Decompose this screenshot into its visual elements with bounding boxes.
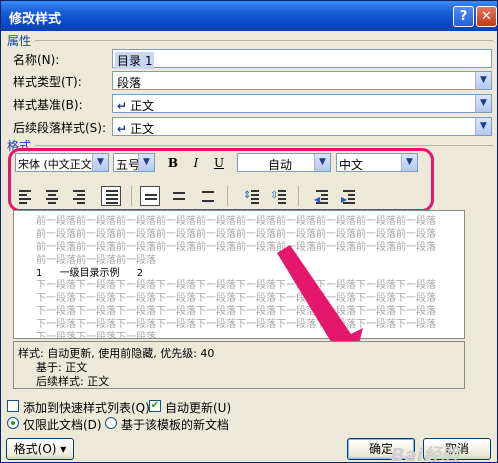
title-bar: 修改样式 ? ✕ bbox=[1, 1, 497, 31]
watermark-logo: Bai经验 bbox=[391, 445, 460, 463]
template-radio[interactable] bbox=[105, 417, 117, 429]
this-document-label[interactable]: 仅限此文档(D) bbox=[23, 416, 102, 433]
add-quick-style-checkbox[interactable] bbox=[7, 400, 19, 412]
description-line-3: 后续样式: 正文 bbox=[36, 375, 110, 388]
help-button[interactable]: ? bbox=[453, 6, 474, 27]
dialog-title: 修改样式 bbox=[9, 12, 62, 27]
template-label[interactable]: 基于该模板的新文档 bbox=[121, 416, 229, 433]
close-button[interactable]: ✕ bbox=[476, 6, 497, 27]
auto-update-checkbox[interactable]: ✔ bbox=[149, 400, 161, 412]
auto-update-label[interactable]: 自动更新(U) bbox=[165, 399, 231, 416]
dialog-body: 属性 名称(N): 目录 1 样式类型(T): 段落 ▼ 样式基准(B): ↵ 正… bbox=[1, 31, 497, 463]
style-description: 样式: 自动更新, 使用前隐藏, 优先级: 40 基于: 正文 后续样式: 正文 bbox=[13, 341, 465, 389]
modify-style-dialog: 修改样式 ? ✕ 属性 名称(N): 目录 1 样式类型(T): 段落 ▼ 样式… bbox=[0, 0, 498, 463]
this-document-radio[interactable] bbox=[7, 417, 19, 429]
format-menu-button[interactable]: 格式(O) ▾ bbox=[6, 438, 74, 460]
add-quick-style-label[interactable]: 添加到快速样式列表(Q) bbox=[23, 399, 150, 416]
